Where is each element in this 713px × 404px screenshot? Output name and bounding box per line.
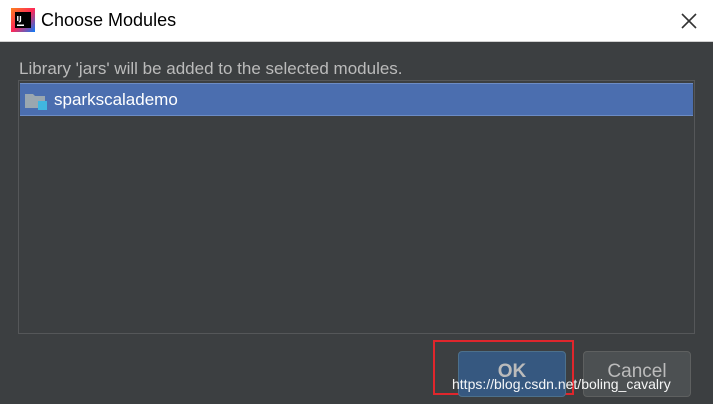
list-item-module[interactable]: sparkscalademo: [20, 83, 693, 116]
window-title: Choose Modules: [41, 10, 177, 30]
close-icon[interactable]: [676, 8, 702, 34]
watermark-text: https://blog.csdn.net/boling_cavalry: [452, 376, 671, 392]
module-folder-icon: [25, 94, 47, 110]
module-list[interactable]: sparkscalademo: [18, 80, 695, 334]
svg-text:IJ: IJ: [17, 15, 22, 23]
title-bar: IJ Choose Modules: [0, 0, 713, 42]
dialog-message: Library 'jars' will be added to the sele…: [19, 59, 403, 78]
module-label: sparkscalademo: [54, 90, 178, 109]
intellij-idea-icon: IJ: [11, 8, 35, 32]
